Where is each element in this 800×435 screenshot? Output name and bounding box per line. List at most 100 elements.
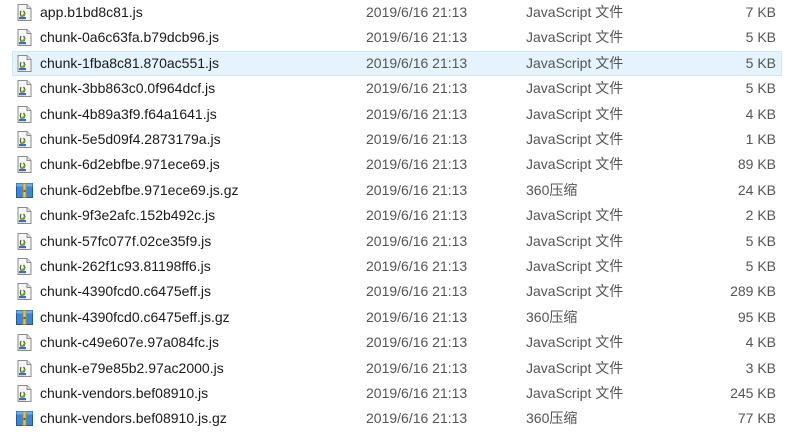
javascript-file-icon <box>15 105 34 124</box>
file-size: 5 KB <box>745 80 776 97</box>
file-row[interactable]: chunk-9f3e2afc.152b492c.js 2019/6/16 21:… <box>12 203 782 228</box>
file-name: chunk-4390fcd0.c6475eff.js.gz <box>40 308 230 325</box>
file-row[interactable]: chunk-1fba8c81.870ac551.js 2019/6/16 21:… <box>12 50 782 76</box>
file-name: chunk-4390fcd0.c6475eff.js <box>40 283 211 300</box>
javascript-file-icon <box>15 384 34 403</box>
file-row[interactable]: chunk-6d2ebfbe.971ece69.js 2019/6/16 21:… <box>12 152 782 177</box>
file-date-modified: 2019/6/16 21:13 <box>366 131 468 147</box>
file-row[interactable]: chunk-262f1c93.81198ff6.js 2019/6/16 21:… <box>12 254 782 279</box>
file-row[interactable]: chunk-3bb863c0.0f964dcf.js 2019/6/16 21:… <box>12 76 782 101</box>
file-type: 360压缩 <box>526 181 578 198</box>
javascript-file-icon <box>15 155 34 174</box>
javascript-file-icon <box>15 54 34 73</box>
file-size: 77 KB <box>737 410 776 427</box>
javascript-file-icon <box>15 232 34 251</box>
file-date-modified: 2019/6/16 21:13 <box>366 207 468 224</box>
file-size: 245 KB <box>730 385 776 401</box>
file-size: 89 KB <box>737 156 776 173</box>
file-date-modified: 2019/6/16 21:13 <box>366 4 468 20</box>
file-name: chunk-6d2ebfbe.971ece69.js <box>40 156 220 173</box>
file-type: JavaScript 文件 <box>526 359 624 376</box>
file-name: app.b1bd8c81.js <box>40 4 143 20</box>
file-date-modified: 2019/6/16 21:13 <box>366 156 468 173</box>
archive-file-icon <box>15 308 34 327</box>
file-row[interactable]: chunk-c49e607e.97a084fc.js 2019/6/16 21:… <box>12 330 782 355</box>
file-name: chunk-57fc077f.02ce35f9.js <box>40 232 212 249</box>
file-row[interactable]: chunk-4390fcd0.c6475eff.js 2019/6/16 21:… <box>12 279 782 304</box>
javascript-file-icon <box>15 282 34 301</box>
javascript-file-icon <box>15 359 34 378</box>
file-date-modified: 2019/6/16 21:13 <box>366 54 468 71</box>
file-row[interactable]: chunk-57fc077f.02ce35f9.js 2019/6/16 21:… <box>12 229 782 254</box>
file-name: chunk-262f1c93.81198ff6.js <box>40 258 211 274</box>
file-size: 1 KB <box>745 131 776 147</box>
file-date-modified: 2019/6/16 21:13 <box>366 410 468 427</box>
file-type: JavaScript 文件 <box>526 232 624 249</box>
file-row[interactable]: app.b1bd8c81.js 2019/6/16 21:13 JavaScri… <box>12 0 782 25</box>
file-row[interactable]: chunk-5e5d09f4.2873179a.js 2019/6/16 21:… <box>12 127 782 152</box>
javascript-file-icon <box>15 79 34 98</box>
javascript-file-icon <box>15 257 34 276</box>
file-list: app.b1bd8c81.js 2019/6/16 21:13 JavaScri… <box>0 0 800 432</box>
file-size: 289 KB <box>730 283 776 300</box>
file-name: chunk-4b89a3f9.f64a1641.js <box>40 105 217 122</box>
file-type: 360压缩 <box>526 308 578 325</box>
file-size: 5 KB <box>745 258 776 274</box>
archive-file-icon <box>15 409 34 428</box>
javascript-file-icon <box>15 333 34 352</box>
file-date-modified: 2019/6/16 21:13 <box>366 29 468 46</box>
archive-file-icon <box>15 181 34 200</box>
file-name: chunk-1fba8c81.870ac551.js <box>40 54 220 71</box>
file-name: chunk-3bb863c0.0f964dcf.js <box>40 80 216 97</box>
file-name: chunk-5e5d09f4.2873179a.js <box>40 131 221 147</box>
file-type: JavaScript 文件 <box>526 258 624 274</box>
file-size: 5 KB <box>745 29 776 46</box>
file-date-modified: 2019/6/16 21:13 <box>366 385 468 401</box>
file-name: chunk-6d2ebfbe.971ece69.js.gz <box>40 181 239 198</box>
file-size: 3 KB <box>745 359 776 376</box>
file-date-modified: 2019/6/16 21:13 <box>366 308 468 325</box>
file-row[interactable]: chunk-4b89a3f9.f64a1641.js 2019/6/16 21:… <box>12 102 782 127</box>
file-row[interactable]: chunk-6d2ebfbe.971ece69.js.gz 2019/6/16 … <box>12 178 782 203</box>
file-size: 4 KB <box>745 334 776 351</box>
file-size: 5 KB <box>745 54 776 71</box>
file-date-modified: 2019/6/16 21:13 <box>366 105 468 122</box>
file-type: JavaScript 文件 <box>526 29 624 46</box>
file-type: JavaScript 文件 <box>526 54 624 71</box>
file-name: chunk-e79e85b2.97ac2000.js <box>40 359 224 376</box>
file-date-modified: 2019/6/16 21:13 <box>366 80 468 97</box>
file-size: 4 KB <box>745 105 776 122</box>
file-name: chunk-vendors.bef08910.js.gz <box>40 410 227 427</box>
file-type: JavaScript 文件 <box>526 156 624 173</box>
file-date-modified: 2019/6/16 21:13 <box>366 258 468 274</box>
file-row[interactable]: chunk-vendors.bef08910.js 2019/6/16 21:1… <box>12 381 782 406</box>
file-size: 2 KB <box>745 207 776 224</box>
javascript-file-icon <box>15 206 34 225</box>
file-date-modified: 2019/6/16 21:13 <box>366 232 468 249</box>
file-type: 360压缩 <box>526 410 578 427</box>
file-row[interactable]: chunk-0a6c63fa.b79dcb96.js 2019/6/16 21:… <box>12 25 782 50</box>
javascript-file-icon <box>15 3 34 22</box>
file-name: chunk-c49e607e.97a084fc.js <box>40 334 220 351</box>
file-type: JavaScript 文件 <box>526 4 624 20</box>
file-name: chunk-0a6c63fa.b79dcb96.js <box>40 29 220 46</box>
file-size: 24 KB <box>737 181 776 198</box>
file-date-modified: 2019/6/16 21:13 <box>366 334 468 351</box>
file-type: JavaScript 文件 <box>526 334 624 351</box>
javascript-file-icon <box>15 130 34 149</box>
javascript-file-icon <box>15 28 34 47</box>
file-size: 95 KB <box>737 308 776 325</box>
file-row[interactable]: chunk-vendors.bef08910.js.gz 2019/6/16 2… <box>12 406 782 431</box>
file-type: JavaScript 文件 <box>526 80 624 97</box>
file-type: JavaScript 文件 <box>526 207 624 224</box>
file-type: JavaScript 文件 <box>526 283 624 300</box>
file-size: 5 KB <box>745 232 776 249</box>
file-row[interactable]: chunk-e79e85b2.97ac2000.js 2019/6/16 21:… <box>12 356 782 381</box>
file-row[interactable]: chunk-4390fcd0.c6475eff.js.gz 2019/6/16 … <box>12 305 782 330</box>
file-date-modified: 2019/6/16 21:13 <box>366 181 468 198</box>
file-date-modified: 2019/6/16 21:13 <box>366 283 468 300</box>
file-name: chunk-vendors.bef08910.js <box>40 385 209 401</box>
file-type: JavaScript 文件 <box>526 131 624 147</box>
file-size: 7 KB <box>745 4 776 20</box>
file-date-modified: 2019/6/16 21:13 <box>366 359 468 376</box>
